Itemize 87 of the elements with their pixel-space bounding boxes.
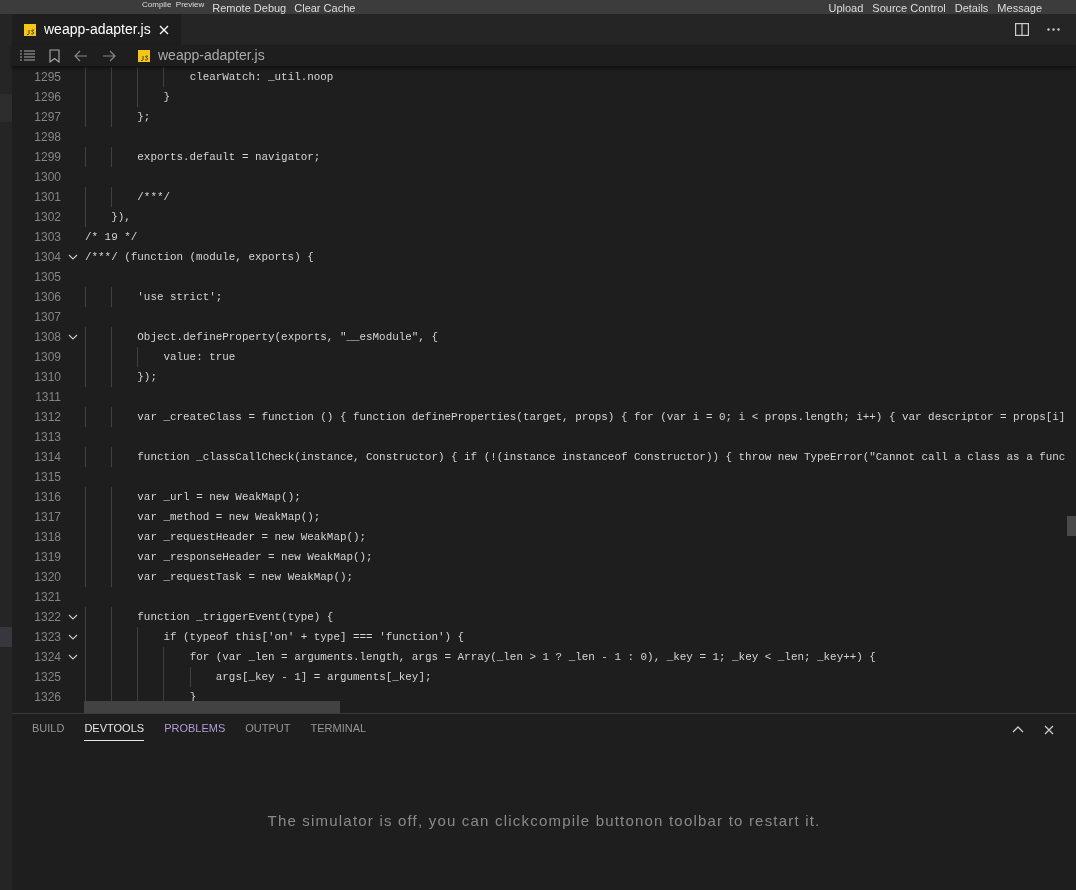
panel-tab[interactable]: PROBLEMS — [164, 718, 226, 741]
fold-chevron-icon[interactable] — [68, 614, 78, 620]
toolbar-button[interactable]: Details — [954, 2, 989, 14]
toolbar-button[interactable]: Message — [997, 2, 1042, 14]
code-line: function _triggerEvent(type) { — [136, 609, 334, 625]
line-number: 1311 — [34, 389, 61, 406]
toolbar-button[interactable]: Upload — [828, 2, 864, 14]
javascript-file-icon — [138, 49, 150, 62]
line-number: 1318 — [33, 529, 61, 546]
breadcrumb-item[interactable]: weapp-adapter.js — [158, 45, 265, 66]
editor-tab[interactable]: weapp-adapter.js — [12, 14, 181, 45]
code-line: var _requestTask = new WeakMap(); — [136, 569, 353, 585]
code-line: /***/ — [136, 189, 170, 205]
line-number: 1310 — [33, 369, 61, 386]
line-number: 1316 — [33, 489, 61, 506]
code-line: for (var _len = arguments.length, args = Array(_len > 1 ? _len - 1 : 0), _key = 1; _key < _len; _key++) { — [188, 649, 876, 665]
code-line: if (typeof this['on' + type] === 'function') { — [162, 629, 465, 645]
back-arrow-icon[interactable] — [74, 49, 88, 62]
code-line: }), — [110, 209, 131, 225]
code-line: /***/ (function (module, exports) { — [85, 249, 314, 265]
toolbar-button[interactable]: Compile Preview — [142, 1, 205, 9]
code-line: value: true — [162, 349, 236, 365]
toolbar-button[interactable]: Clear Cache — [294, 2, 356, 14]
line-number: 1306 — [33, 289, 61, 306]
bookmark-icon[interactable] — [49, 48, 60, 63]
code-line: exports.default = navigator; — [136, 149, 321, 165]
line-number: 1321 — [33, 589, 61, 606]
line-number: 1300 — [33, 169, 61, 186]
close-icon[interactable] — [1044, 724, 1054, 735]
toolbar-button[interactable]: Remote Debug — [212, 2, 287, 14]
line-number: 1295 — [33, 69, 61, 86]
line-number: 1298 — [33, 129, 61, 146]
code-line: function _classCallCheck(instance, Constructor) { if (!(instance instanceof Constructor)) { throw new TypeError("Cannot call a class as a func — [136, 449, 1066, 465]
fold-chevron-icon[interactable] — [68, 334, 78, 340]
line-number: 1296 — [33, 89, 61, 106]
code-line: Object.defineProperty(exports, "__esModule", { — [136, 329, 438, 345]
code-line: /* 19 */ — [85, 229, 138, 245]
simulator-off-message: The simulator is off, you can clickcompile buttonon toolbar to restart it. — [267, 811, 821, 831]
line-number: 1299 — [33, 149, 61, 166]
panel-tab[interactable]: OUTPUT — [245, 718, 291, 741]
line-number: 1312 — [33, 409, 61, 426]
chevron-up-icon[interactable] — [1012, 726, 1024, 733]
code-line: var _createClass = function () { function defineProperties(target, props) { for (var i = 0; i < props.length; i++) { var descriptor = props[i] — [136, 409, 1066, 425]
line-number: 1309 — [33, 349, 61, 366]
line-number: 1304 — [33, 249, 61, 266]
fold-chevron-icon[interactable] — [68, 634, 78, 640]
code-line: var _responseHeader = new WeakMap(); — [136, 549, 373, 565]
line-number: 1322 — [33, 609, 61, 626]
code-line: }); — [136, 369, 157, 385]
code-line: } — [162, 89, 170, 105]
line-number: 1323 — [33, 629, 61, 646]
horizontal-scrollbar-thumb[interactable] — [84, 701, 340, 713]
line-number: 1308 — [33, 329, 61, 346]
forward-arrow-icon[interactable] — [102, 49, 116, 62]
line-number: 1314 — [33, 449, 61, 466]
split-editor-icon[interactable] — [1015, 23, 1029, 36]
code-line: args[_key - 1] = arguments[_key]; — [214, 669, 432, 685]
fold-chevron-icon[interactable] — [68, 654, 78, 660]
list-icon[interactable] — [20, 50, 35, 61]
line-number: 1315 — [33, 469, 61, 486]
line-number: 1326 — [33, 689, 61, 706]
code-line: 'use strict'; — [136, 289, 223, 305]
code-line: }; — [136, 109, 151, 125]
code-line: clearWatch: _util.noop — [188, 69, 334, 85]
line-number: 1307 — [33, 309, 61, 326]
code-line: var _url = new WeakMap(); — [136, 489, 301, 505]
line-number: 1324 — [33, 649, 61, 666]
line-number: 1297 — [33, 109, 61, 126]
more-icon[interactable] — [1047, 28, 1060, 31]
line-number: 1301 — [33, 189, 61, 206]
fold-chevron-icon[interactable] — [68, 254, 78, 260]
javascript-file-icon — [24, 23, 36, 36]
toolbar-button[interactable]: Source Control — [872, 2, 946, 14]
line-number: 1325 — [33, 669, 61, 686]
line-number: 1302 — [33, 209, 61, 226]
panel-tab[interactable]: DEVTOOLS — [84, 718, 145, 741]
line-number: 1305 — [33, 269, 61, 286]
code-line: var _requestHeader = new WeakMap(); — [136, 529, 367, 545]
line-number: 1319 — [33, 549, 61, 566]
line-number: 1303 — [33, 229, 61, 246]
panel-tab[interactable]: TERMINAL — [310, 718, 367, 741]
line-number: 1320 — [33, 569, 61, 586]
line-number: 1313 — [33, 429, 61, 446]
panel-tab[interactable]: BUILD — [32, 718, 65, 741]
line-number: 1317 — [33, 509, 61, 526]
code-line: var _method = new WeakMap(); — [136, 509, 321, 525]
vertical-scrollbar-thumb[interactable] — [1067, 516, 1076, 536]
